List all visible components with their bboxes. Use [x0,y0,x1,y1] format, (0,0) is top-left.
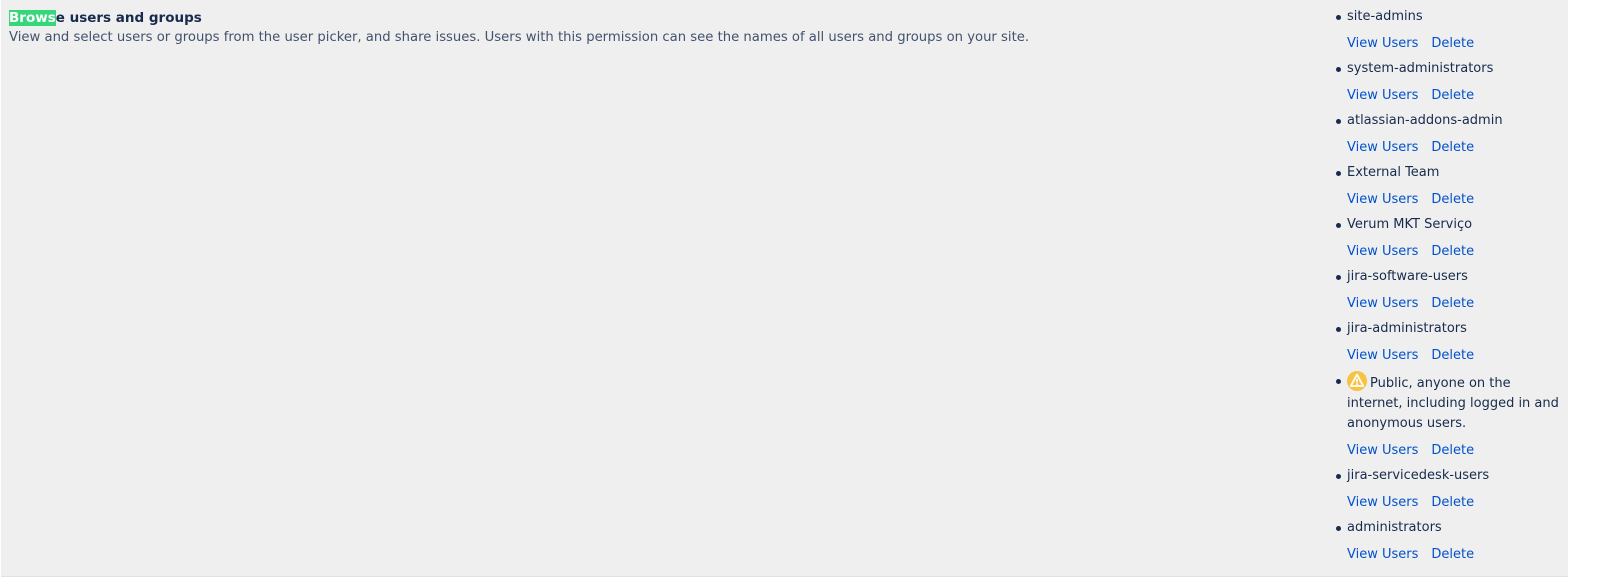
grantee-name: Public, anyone on the internet, includin… [1347,371,1564,434]
grantee-name: Verum MKT Serviço [1347,217,1473,232]
grantee-item: jira-servicedesk-users View Users Delete [1334,466,1564,513]
grantee-actions: View Users Delete [1347,441,1564,461]
delete-link[interactable]: Delete [1431,495,1474,510]
grantee-name: atlassian-addons-admin [1347,113,1503,128]
bullet [1336,223,1341,228]
grantee-name: site-admins [1347,9,1423,24]
bullet [1336,171,1341,176]
view-users-link[interactable]: View Users [1347,140,1418,155]
permission-row: Browse users and groups View and select … [1,0,1568,577]
bullet [1336,119,1341,124]
grantee-name: administrators [1347,520,1442,535]
bullet [1336,474,1341,479]
view-users-link[interactable]: View Users [1347,244,1418,259]
grantee-name: system-administrators [1347,61,1494,76]
grantee-item-public: Public, anyone on the internet, includin… [1334,371,1564,461]
view-users-link[interactable]: View Users [1347,192,1418,207]
grantee-actions: View Users Delete [1347,545,1564,565]
view-users-link[interactable]: View Users [1347,36,1418,51]
warning-icon [1347,371,1367,391]
grantee-item: jira-software-users View Users Delete [1334,267,1564,314]
grantee-actions: View Users Delete [1347,346,1564,366]
grantee-actions: View Users Delete [1347,294,1564,314]
permission-description: View and select users or groups from the… [9,30,1030,45]
view-users-link[interactable]: View Users [1347,296,1418,311]
delete-link[interactable]: Delete [1431,296,1474,311]
grantee-name-text: Public, anyone on the internet, includin… [1347,376,1559,431]
grantee-item: system-administrators View Users Delete [1334,59,1564,106]
bullet [1336,15,1341,20]
permission-info: Browse users and groups View and select … [9,8,1189,48]
delete-link[interactable]: Delete [1431,348,1474,363]
grantee-item: atlassian-addons-admin View Users Delete [1334,111,1564,158]
grantee-item: jira-administrators View Users Delete [1334,319,1564,366]
bullet [1336,327,1341,332]
grantee-actions: View Users Delete [1347,86,1564,106]
grantee-actions: View Users Delete [1347,493,1564,513]
permission-title: Browse users and groups [9,8,1189,28]
grantee-actions: View Users Delete [1347,34,1564,54]
delete-link[interactable]: Delete [1431,244,1474,259]
bullet [1336,526,1341,531]
grantee-item: administrators View Users Delete [1334,518,1564,565]
grantee-name: jira-software-users [1347,269,1468,284]
delete-link[interactable]: Delete [1431,547,1474,562]
delete-link[interactable]: Delete [1431,443,1474,458]
search-highlight: Brows [9,10,56,26]
grantee-name: jira-servicedesk-users [1347,468,1490,483]
bullet [1336,275,1341,280]
view-users-link[interactable]: View Users [1347,495,1418,510]
delete-link[interactable]: Delete [1431,192,1474,207]
view-users-link[interactable]: View Users [1347,88,1418,103]
bullet [1336,379,1341,384]
view-users-link[interactable]: View Users [1347,348,1418,363]
delete-link[interactable]: Delete [1431,140,1474,155]
grantee-name: External Team [1347,165,1440,180]
bullet [1336,67,1341,72]
grantee-list: site-admins View Users Delete system-admi… [1334,7,1564,570]
grantee-actions: View Users Delete [1347,190,1564,210]
view-users-link[interactable]: View Users [1347,443,1418,458]
permission-title-rest: e users and groups [55,10,202,26]
grantee-item: site-admins View Users Delete [1334,7,1564,54]
grantee-name: jira-administrators [1347,321,1467,336]
grantee-item: Verum MKT Serviço View Users Delete [1334,215,1564,262]
grantee-actions: View Users Delete [1347,242,1564,262]
delete-link[interactable]: Delete [1431,36,1474,51]
view-users-link[interactable]: View Users [1347,547,1418,562]
grantee-item: External Team View Users Delete [1334,163,1564,210]
delete-link[interactable]: Delete [1431,88,1474,103]
grantee-actions: View Users Delete [1347,138,1564,158]
